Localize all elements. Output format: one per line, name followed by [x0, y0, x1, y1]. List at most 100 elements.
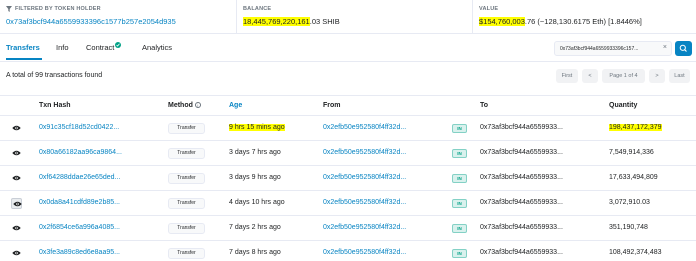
table-row: 0x0da8a41cdfd89e2b85... Transfer 4 days 10…: [0, 191, 696, 216]
tab-transfers[interactable]: Transfers: [6, 38, 42, 60]
table-row: 0xf64288ddae26e65ded... Transfer 3 days 9 …: [0, 166, 696, 191]
address-search-input[interactable]: 0x73af3bcf944a6559933396c157... ×: [554, 41, 672, 56]
prev-page-button[interactable]: <: [582, 69, 598, 83]
method-badge: Transfer: [168, 198, 205, 209]
table-header: Txn Hash Method i Age From To Quantity: [0, 95, 696, 116]
eye-icon[interactable]: [11, 148, 22, 159]
value-section: VALUE $154,760,003.76 (~128,130.6175 Eth…: [472, 0, 696, 34]
tab-analytics[interactable]: Analytics: [142, 38, 172, 60]
from-address-link[interactable]: 0x2efb50e952580f4ff32d...: [323, 149, 406, 156]
header-method-label: Method: [168, 102, 193, 109]
quantity-cell: 198,437,172,379: [609, 124, 662, 131]
txn-hash-link[interactable]: 0x0da8a41cdfd89e2b85...: [39, 199, 120, 206]
to-address: 0x73af3bcf944a6559933...: [480, 174, 563, 181]
direction-badge: IN: [452, 124, 467, 133]
from-address-link[interactable]: 0x2efb50e952580f4ff32d...: [323, 174, 406, 181]
search-icon: [679, 44, 687, 52]
from-address-link[interactable]: 0x2efb50e952580f4ff32d...: [323, 199, 406, 206]
quantity-cell: 108,492,374,483: [609, 249, 662, 256]
age-text: 7 days 2 hrs ago: [229, 224, 281, 231]
to-address: 0x73af3bcf944a6559933...: [480, 224, 563, 231]
clear-search-icon[interactable]: ×: [663, 44, 667, 51]
filter-icon: [6, 6, 12, 12]
age-text: 3 days 9 hrs ago: [229, 174, 281, 181]
direction-badge: IN: [452, 199, 467, 208]
txn-hash-link[interactable]: 0x3fe3a89c8ed6e8aa95...: [39, 249, 120, 256]
direction-badge: IN: [452, 174, 467, 183]
txn-hash-link[interactable]: 0x91c35cf18d52cd0422...: [39, 124, 119, 131]
eye-icon[interactable]: [11, 223, 22, 234]
address-search-value: 0x73af3bcf944a6559933396c157...: [560, 46, 639, 52]
holder-section: FILTERED BY TOKEN HOLDER 0x73af3bcf944a6…: [6, 0, 236, 34]
age-text: 3 days 7 hrs ago: [229, 149, 281, 156]
method-badge: Transfer: [168, 123, 205, 134]
last-page-button[interactable]: Last: [669, 69, 690, 83]
balance-label: BALANCE: [243, 6, 272, 12]
pagination: First < Page 1 of 4 > Last: [0, 69, 696, 83]
header-quantity: Quantity: [609, 102, 638, 109]
eye-icon[interactable]: [11, 248, 22, 259]
age-cell: 9 hrs 15 mins ago: [229, 124, 285, 131]
method-badge: Transfer: [168, 248, 205, 259]
tab-info[interactable]: Info: [56, 38, 69, 60]
eye-icon[interactable]: [11, 173, 22, 184]
page-indicator: Page 1 of 4: [602, 69, 645, 83]
quantity-cell: 7,549,914,336: [609, 149, 654, 156]
from-address-link[interactable]: 0x2efb50e952580f4ff32d...: [323, 124, 406, 131]
to-address: 0x73af3bcf944a6559933...: [480, 149, 563, 156]
from-address-link[interactable]: 0x2efb50e952580f4ff32d...: [323, 249, 406, 256]
age-text: 4 days 10 hrs ago: [229, 199, 285, 206]
method-badge: Transfer: [168, 173, 205, 184]
age-cell: 3 days 9 hrs ago: [229, 174, 281, 181]
balance-main: 18,445,769,220,161: [243, 17, 310, 26]
method-badge: Transfer: [168, 148, 205, 159]
first-page-button[interactable]: First: [556, 69, 578, 83]
divider: [0, 61, 696, 62]
age-cell: 3 days 7 hrs ago: [229, 149, 281, 156]
eye-icon[interactable]: [11, 198, 22, 209]
info-icon[interactable]: i: [194, 102, 201, 109]
quantity-value: 198,437,172,379: [609, 124, 662, 131]
quantity-value: 108,492,374,483: [609, 249, 662, 256]
value-label: VALUE: [479, 6, 499, 12]
table-row: 0x2f6854ce6a996a4085... Transfer 7 days 2 …: [0, 216, 696, 241]
direction-badge: IN: [452, 224, 467, 233]
to-address: 0x73af3bcf944a6559933...: [480, 249, 563, 256]
holder-address-link[interactable]: 0x73af3bcf944a6559933396c1577b257e2054d9…: [6, 17, 236, 26]
holder-label: FILTERED BY TOKEN HOLDER: [15, 6, 101, 12]
to-address: 0x73af3bcf944a6559933...: [480, 199, 563, 206]
quantity-value: 3,072,910.03: [609, 199, 650, 206]
header-age[interactable]: Age: [229, 102, 242, 109]
balance-rest: .03 SHIB: [309, 17, 340, 26]
age-cell: 7 days 8 hrs ago: [229, 249, 281, 256]
table-row: 0x91c35cf18d52cd0422... Transfer 9 hrs 15 …: [0, 116, 696, 141]
to-address: 0x73af3bcf944a6559933...: [480, 124, 563, 131]
balance-value: 18,445,769,220,161.03 SHIB: [243, 17, 472, 26]
value-main: $154,760,003: [479, 17, 525, 26]
txn-hash-link[interactable]: 0x2f6854ce6a996a4085...: [39, 224, 120, 231]
from-address-link[interactable]: 0x2efb50e952580f4ff32d...: [323, 224, 406, 231]
tab-contract[interactable]: Contract: [86, 38, 122, 60]
quantity-value: 17,633,494,809: [609, 174, 658, 181]
table-row: 0x3fe3a89c8ed6e8aa95... Transfer 7 days 8 …: [0, 241, 696, 261]
header-txn-hash: Txn Hash: [39, 102, 71, 109]
txn-hash-link[interactable]: 0xf64288ddae26e65ded...: [39, 174, 120, 181]
header-method: Method i: [168, 102, 201, 109]
eye-icon[interactable]: [11, 123, 22, 134]
method-badge: Transfer: [168, 223, 205, 234]
age-cell: 4 days 10 hrs ago: [229, 199, 285, 206]
quantity-cell: 351,190,748: [609, 224, 648, 231]
next-page-button[interactable]: >: [649, 69, 665, 83]
direction-badge: IN: [452, 149, 467, 158]
verified-check-icon: [115, 42, 122, 49]
header-from: From: [323, 102, 341, 109]
search-button[interactable]: [675, 41, 692, 56]
txn-hash-link[interactable]: 0x80a66182aa96ca9864...: [39, 149, 122, 156]
holder-summary-card: FILTERED BY TOKEN HOLDER 0x73af3bcf944a6…: [0, 0, 696, 34]
holder-label-row: FILTERED BY TOKEN HOLDER: [6, 6, 236, 12]
quantity-cell: 17,633,494,809: [609, 174, 658, 181]
header-to: To: [480, 102, 489, 109]
table-row: 0x80a66182aa96ca9864... Transfer 3 days 7 …: [0, 141, 696, 166]
age-cell: 7 days 2 hrs ago: [229, 224, 281, 231]
value-amount: $154,760,003.76 (~128,130.6175 Eth) [1.8…: [479, 17, 696, 26]
